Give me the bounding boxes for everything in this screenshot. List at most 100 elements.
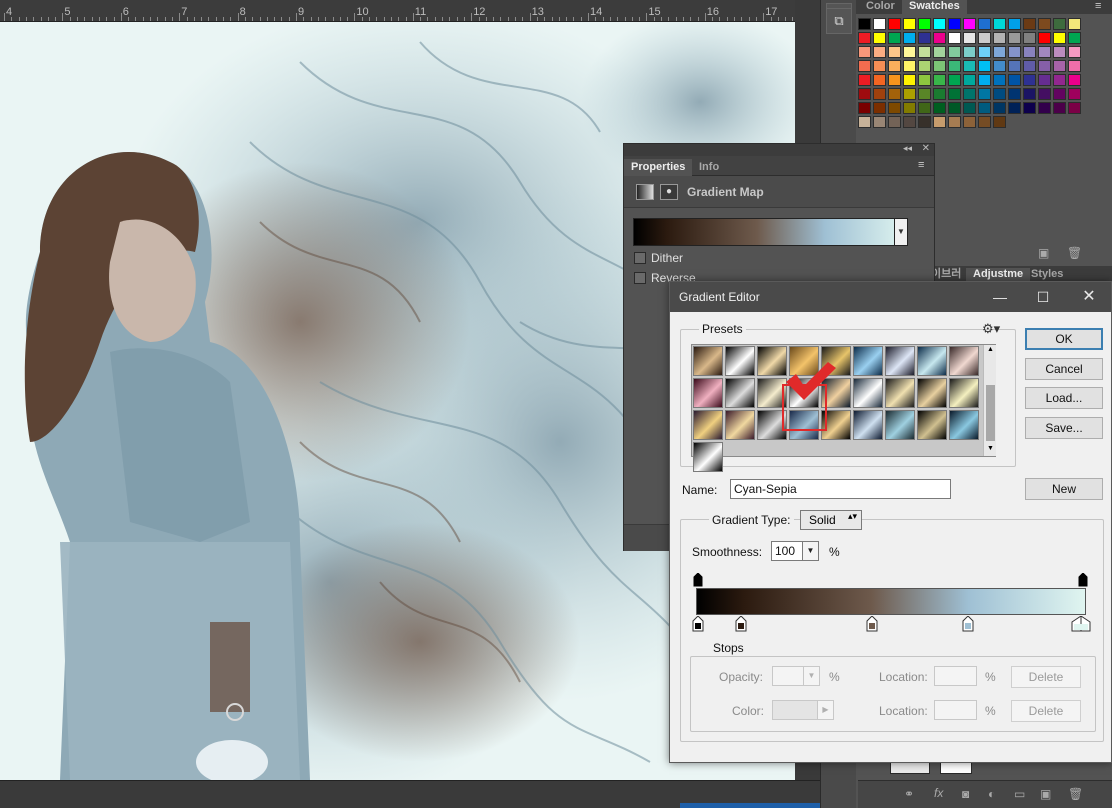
collapse-icon[interactable]: ◂◂: [903, 143, 912, 154]
color-stop-1[interactable]: [692, 616, 704, 632]
swatch[interactable]: [918, 60, 931, 72]
swatch[interactable]: [858, 88, 871, 100]
color-stop-5[interactable]: [1071, 616, 1091, 632]
swatch[interactable]: [888, 60, 901, 72]
swatch[interactable]: [1008, 18, 1021, 30]
tab-styles[interactable]: Styles: [1024, 268, 1070, 282]
swatch[interactable]: [918, 32, 931, 44]
color-arrow-icon[interactable]: ▶: [817, 700, 834, 720]
swatch[interactable]: [1053, 74, 1066, 86]
new-layer-icon[interactable]: ▣: [1040, 787, 1051, 801]
tab-adjustments[interactable]: Adjustme: [966, 268, 1031, 282]
mask-icon[interactable]: ●: [660, 184, 678, 200]
preset-swatch[interactable]: [853, 346, 883, 376]
swatch[interactable]: [1068, 102, 1081, 114]
close-panel-icon[interactable]: ✕: [922, 143, 930, 154]
preset-swatch[interactable]: [917, 378, 947, 408]
swatch[interactable]: [1038, 102, 1051, 114]
swatch[interactable]: [933, 88, 946, 100]
swatch[interactable]: [873, 60, 886, 72]
name-input[interactable]: Cyan-Sepia: [730, 479, 951, 499]
swatch[interactable]: [918, 74, 931, 86]
color-stop-4[interactable]: [962, 616, 974, 632]
delete-color-stop-button[interactable]: Delete: [1011, 700, 1081, 722]
swatch[interactable]: [1023, 32, 1036, 44]
swatch[interactable]: [1008, 32, 1021, 44]
swatch[interactable]: [858, 60, 871, 72]
load-button[interactable]: Load...: [1025, 387, 1103, 409]
tab-swatches[interactable]: Swatches: [902, 0, 967, 14]
swatch[interactable]: [963, 18, 976, 30]
preset-swatch[interactable]: [693, 378, 723, 408]
swatch[interactable]: [888, 32, 901, 44]
opacity-input[interactable]: [772, 666, 804, 686]
swatch[interactable]: [1053, 18, 1066, 30]
swatch[interactable]: [963, 116, 976, 128]
swatch[interactable]: [978, 88, 991, 100]
swatch[interactable]: [918, 46, 931, 58]
swatch[interactable]: [1068, 32, 1081, 44]
swatch[interactable]: [1023, 18, 1036, 30]
maximize-icon[interactable]: ☐: [1032, 286, 1054, 308]
swatch[interactable]: [1053, 46, 1066, 58]
properties-menu-icon[interactable]: ≡: [911, 159, 931, 173]
swatch[interactable]: [873, 18, 886, 30]
swatch[interactable]: [888, 102, 901, 114]
swatch[interactable]: [933, 32, 946, 44]
swatch[interactable]: [1008, 46, 1021, 58]
gradient-bar[interactable]: [696, 588, 1086, 615]
swatch[interactable]: [948, 116, 961, 128]
swatch[interactable]: [963, 60, 976, 72]
swatch[interactable]: [993, 74, 1006, 86]
swatch[interactable]: [963, 88, 976, 100]
preset-swatch[interactable]: [693, 410, 723, 440]
scroll-up-icon[interactable]: ▲: [987, 346, 994, 353]
swatch[interactable]: [978, 32, 991, 44]
swatch[interactable]: [993, 60, 1006, 72]
swatch[interactable]: [873, 102, 886, 114]
swatch[interactable]: [903, 88, 916, 100]
swatch[interactable]: [948, 18, 961, 30]
smoothness-dropdown[interactable]: ▼: [802, 541, 819, 561]
swatch[interactable]: [978, 116, 991, 128]
swatch[interactable]: [948, 88, 961, 100]
swatch[interactable]: [978, 18, 991, 30]
swatch[interactable]: [1053, 102, 1066, 114]
new-swatch-icon[interactable]: ▣: [1038, 246, 1049, 260]
swatch[interactable]: [903, 74, 916, 86]
swatch[interactable]: [948, 32, 961, 44]
swatch[interactable]: [933, 74, 946, 86]
swatch[interactable]: [1008, 74, 1021, 86]
swatch[interactable]: [873, 46, 886, 58]
swatch[interactable]: [1038, 74, 1051, 86]
swatch[interactable]: [888, 116, 901, 128]
swatch[interactable]: [873, 88, 886, 100]
swatch[interactable]: [903, 18, 916, 30]
swatch[interactable]: [918, 18, 931, 30]
swatch[interactable]: [978, 74, 991, 86]
swatch[interactable]: [1068, 60, 1081, 72]
preset-swatch[interactable]: [693, 442, 723, 472]
new-group-icon[interactable]: ▭: [1014, 787, 1025, 801]
swatch[interactable]: [948, 102, 961, 114]
opacity-stop-left[interactable]: [693, 573, 703, 587]
swatch[interactable]: [1068, 88, 1081, 100]
preset-swatch[interactable]: [949, 410, 979, 440]
swatch[interactable]: [1023, 102, 1036, 114]
ok-button[interactable]: OK: [1025, 328, 1103, 350]
preset-swatch[interactable]: [853, 410, 883, 440]
swatch[interactable]: [903, 60, 916, 72]
gradient-dropdown-button[interactable]: ▼: [894, 218, 908, 246]
tab-info[interactable]: Info: [692, 159, 726, 176]
swatch[interactable]: [933, 116, 946, 128]
preset-swatch[interactable]: [725, 346, 755, 376]
swatch[interactable]: [993, 102, 1006, 114]
preset-swatch[interactable]: [949, 346, 979, 376]
swatch[interactable]: [1038, 60, 1051, 72]
swatch[interactable]: [1053, 32, 1066, 44]
preset-swatch[interactable]: [917, 346, 947, 376]
swatch[interactable]: [993, 46, 1006, 58]
presets-gear-icon[interactable]: ⚙▾: [982, 321, 1000, 337]
swatch[interactable]: [933, 102, 946, 114]
opacity-dropdown[interactable]: ▼: [803, 666, 820, 686]
